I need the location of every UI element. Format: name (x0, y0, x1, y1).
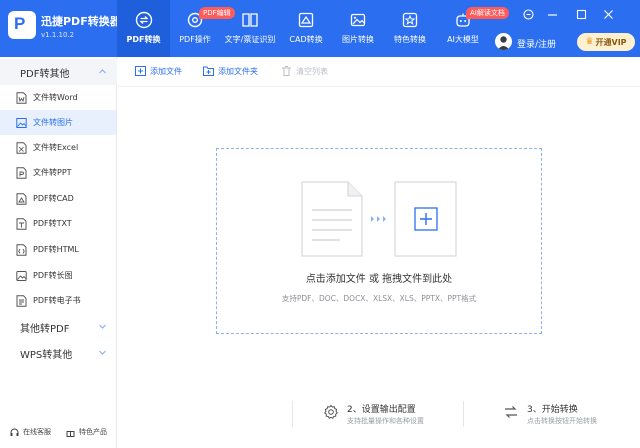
category-label: WPS转其他 (20, 349, 73, 361)
tab-label: PDF转换 (126, 35, 161, 44)
category-label: PDF转其他 (20, 68, 70, 80)
tab-image[interactable]: 图片转换 (335, 0, 381, 57)
long-image-icon (16, 271, 27, 281)
logo-letter: P (14, 14, 26, 33)
chevron-up-icon (99, 69, 106, 74)
ai-doc-badge: AI解读文档 (466, 7, 509, 19)
tab-label: AI大模型 (447, 35, 479, 44)
tab-label: PDF操作 (179, 35, 211, 44)
chevron-down-icon (99, 350, 106, 355)
gift-icon (66, 430, 75, 437)
category-wps-to-other[interactable]: WPS转其他 (0, 340, 117, 366)
image-icon (350, 13, 366, 27)
app-logo: P (8, 11, 36, 39)
login-link[interactable]: 登录/注册 (517, 37, 556, 50)
document-icon (301, 181, 363, 257)
sidebar-item-word[interactable]: 文件转Word (0, 85, 116, 110)
category-pdf-to-other[interactable]: PDF转其他 (0, 59, 117, 85)
add-folder-icon (203, 66, 214, 76)
drop-zone-main-text: 点击添加文件 或 拖拽文件到此处 (305, 274, 453, 285)
gear-icon (324, 404, 338, 419)
tab-label: 文字/票证识别 (224, 35, 276, 44)
tab-label: CAD转换 (289, 35, 323, 44)
sidebar-item-excel[interactable]: 文件转Excel (0, 135, 116, 160)
menu-icon[interactable] (522, 8, 534, 20)
sidebar-item-label: 文件转Excel (33, 143, 79, 152)
sidebar-item-html[interactable]: PDF转HTML (0, 237, 116, 262)
minimize-icon[interactable] (546, 8, 558, 20)
app-version: v1.1.10.2 (41, 31, 75, 39)
tab-pdf-convert[interactable]: PDF转换 (117, 0, 170, 57)
file-convert-illustration (301, 181, 457, 257)
add-file-button[interactable]: 添加文件 (135, 64, 182, 78)
close-icon[interactable] (602, 8, 614, 20)
chevron-down-icon (99, 324, 106, 329)
step-divider (463, 401, 464, 427)
title-bar: P 迅捷PDF转换器 v1.1.10.2 PDF转换 PDF操作 PDF编辑 文… (0, 0, 640, 57)
add-file-label: 添加文件 (150, 66, 182, 76)
step-output-settings-desc: 支持批量操作和各种设置 (347, 417, 424, 425)
convert-icon (505, 406, 517, 418)
star-box-icon (402, 12, 418, 28)
excel-file-icon (16, 142, 27, 154)
tab-ocr[interactable]: 文字/票证识别 (220, 0, 280, 57)
html-file-icon (16, 244, 27, 256)
cad-box-icon (298, 12, 314, 28)
ebook-icon (16, 295, 27, 307)
word-file-icon (16, 92, 27, 104)
image-file-icon (16, 118, 27, 128)
sidebar-item-label: PDF转电子书 (33, 296, 81, 305)
sidebar-item-label: PDF转长图 (33, 271, 73, 280)
footer-label: 在线客服 (23, 428, 51, 436)
step-divider (292, 401, 293, 427)
add-plus-icon (394, 181, 457, 257)
sidebar-item-label: 文件转Word (33, 93, 78, 102)
tab-label: 特色转换 (394, 35, 426, 44)
clear-list-button[interactable]: 清空列表 (281, 64, 328, 78)
maximize-icon[interactable] (575, 8, 587, 20)
drop-zone-supported-formats: 支持PDF、DOC、DOCX、XLSX、XLS、PPTX、PPT格式 (281, 294, 477, 303)
footer-label: 特色产品 (79, 428, 107, 436)
sidebar-item-image[interactable]: 文件转图片 (0, 110, 116, 135)
add-folder-label: 添加文件夹 (218, 66, 258, 76)
clear-list-label: 清空列表 (296, 66, 328, 76)
tab-label: 图片转换 (342, 35, 374, 44)
step-start-convert-title: 3、开始转换 (527, 405, 578, 415)
add-folder-button[interactable]: 添加文件夹 (203, 64, 258, 78)
add-file-icon (135, 66, 146, 76)
category-other-to-pdf[interactable]: 其他转PDF (0, 314, 117, 340)
sidebar-item-label: 文件转PPT (33, 168, 72, 177)
app-title: 迅捷PDF转换器 (41, 15, 121, 28)
trash-icon (282, 66, 291, 76)
avatar[interactable] (495, 33, 512, 50)
tab-cad[interactable]: CAD转换 (283, 0, 329, 57)
arrow-dots-icon (371, 216, 386, 222)
sidebar-item-label: PDF转CAD (33, 194, 74, 203)
step-start-convert-desc: 点击转换按钮开始转换 (527, 417, 597, 425)
sidebar-item-ebook[interactable]: PDF转电子书 (0, 288, 116, 313)
cad-file-icon (16, 193, 27, 205)
featured-products-link[interactable]: 特色产品 (66, 427, 107, 437)
crown-icon: ♛ (585, 37, 594, 47)
online-service-link[interactable]: 在线客服 (10, 427, 51, 437)
book-scan-icon (242, 13, 258, 27)
vip-button[interactable]: ♛ 开通VIP (577, 33, 635, 51)
sidebar-item-cad[interactable]: PDF转CAD (0, 186, 116, 211)
sidebar-item-label: PDF转HTML (33, 245, 79, 254)
tab-special[interactable]: 特色转换 (387, 0, 433, 57)
sidebar-item-ppt[interactable]: 文件转PPT (0, 160, 116, 185)
sidebar-item-long-image[interactable]: PDF转长图 (0, 263, 116, 288)
sidebar-item-label: 文件转图片 (33, 118, 73, 127)
txt-file-icon (16, 218, 27, 230)
step-output-settings-title: 2、设置输出配置 (347, 405, 416, 415)
category-label: 其他转PDF (20, 323, 70, 335)
vip-label: 开通VIP (595, 37, 627, 47)
headset-icon (10, 428, 19, 436)
convert-arrows-icon (135, 11, 152, 29)
ppt-file-icon (16, 167, 27, 179)
toolbar-divider (118, 86, 640, 87)
sidebar-item-txt[interactable]: PDF转TXT (0, 211, 116, 236)
sidebar-item-label: PDF转TXT (33, 219, 72, 228)
